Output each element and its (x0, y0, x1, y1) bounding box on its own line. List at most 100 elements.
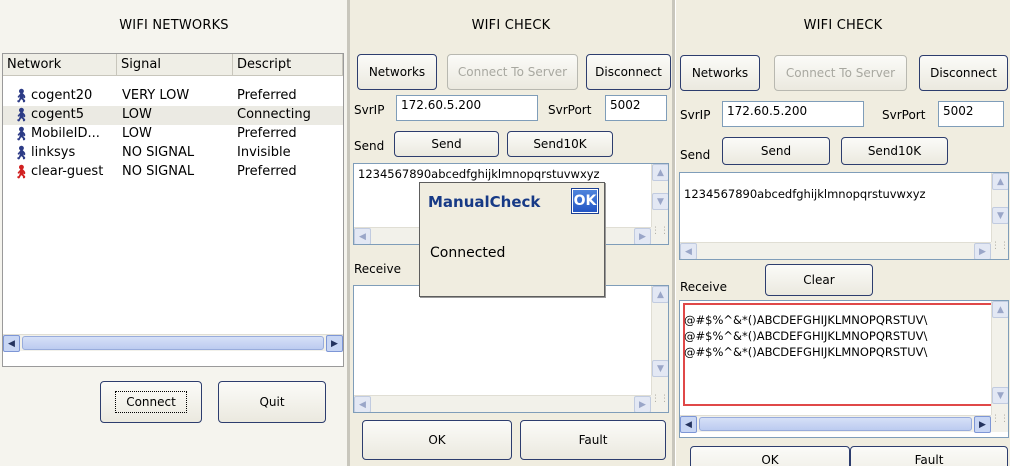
scroll-thumb[interactable] (699, 417, 972, 431)
svrport-input[interactable]: 5002 (938, 101, 1004, 127)
horizontal-scrollbar[interactable]: ◀ ▶ (354, 395, 651, 412)
manualcheck-dialog: ManualCheck OK Connected (419, 182, 605, 297)
list-horizontal-scrollbar[interactable]: ◀ ▶ (3, 334, 343, 352)
networks-button[interactable]: Networks (357, 54, 437, 90)
quit-button[interactable]: Quit (218, 381, 326, 423)
horizontal-scrollbar[interactable]: ◀ ▶ (680, 415, 991, 433)
scroll-down-icon[interactable]: ▼ (992, 207, 1008, 224)
scroll-right-icon[interactable]: ▶ (634, 396, 651, 412)
connect-to-server-button[interactable]: Connect To Server (447, 54, 578, 90)
network-descript: Preferred (237, 126, 297, 141)
resize-grip-icon[interactable]: ⋮⋮ (991, 242, 1008, 259)
ok-button[interactable]: OK (362, 420, 512, 460)
network-list[interactable]: Network Signal Descript 🚶︎ cogent20 VERY… (2, 53, 344, 367)
send-label: Send (680, 148, 711, 162)
receive-label: Receive (354, 262, 401, 276)
send-button[interactable]: Send (722, 137, 830, 165)
scroll-left-icon[interactable]: ◀ (680, 416, 697, 433)
resize-grip-icon[interactable]: ⋮⋮ (651, 227, 668, 244)
vertical-scrollbar[interactable]: ▲ ▼ (991, 301, 1008, 415)
scroll-down-icon[interactable]: ▼ (652, 360, 668, 377)
wifi-person-icon: 🚶︎ (13, 146, 30, 161)
scroll-down-icon[interactable]: ▼ (992, 387, 1008, 404)
wifi-person-icon: 🚶︎ (13, 127, 30, 142)
ok-button[interactable]: OK (690, 446, 850, 466)
wifi-person-icon: 🚶︎ (13, 89, 30, 104)
network-row[interactable]: 🚶︎ MobileID... LOW Preferred (3, 125, 343, 144)
network-signal: NO SIGNAL (122, 164, 195, 179)
receive-textarea[interactable]: ▲ ▼ ◀ ▶ ⋮⋮ (353, 285, 669, 413)
send10k-button[interactable]: Send10K (841, 137, 948, 165)
vertical-scrollbar[interactable]: ▲ ▼ (991, 173, 1008, 242)
scroll-left-icon[interactable]: ◀ (680, 243, 697, 259)
column-header-network[interactable]: Network (3, 54, 117, 76)
networks-button[interactable]: Networks (680, 55, 760, 91)
receive-textarea[interactable]: @#$%^&*()ABCDEFGHIJKLMNOPQRSTUV\ @#$%^&*… (679, 300, 1009, 438)
dialog-title: ManualCheck (428, 193, 541, 211)
network-signal: NO SIGNAL (122, 145, 195, 160)
network-row[interactable]: 🚶︎ cogent5 LOW Connecting (3, 106, 343, 125)
scroll-up-icon[interactable]: ▲ (652, 286, 668, 303)
network-name: cogent20 (31, 88, 93, 103)
network-signal: VERY LOW (122, 88, 190, 103)
network-descript: Preferred (237, 164, 297, 179)
dialog-titlebar: ManualCheck OK (420, 183, 604, 221)
svrport-input[interactable]: 5002 (605, 95, 667, 121)
horizontal-scrollbar[interactable]: ◀ ▶ (680, 242, 991, 259)
network-descript: Invisible (237, 145, 291, 160)
dialog-message: Connected (430, 245, 506, 261)
clear-button[interactable]: Clear (765, 264, 873, 296)
resize-grip-icon[interactable]: ⋮⋮ (651, 395, 668, 412)
send-button[interactable]: Send (394, 131, 499, 157)
send-text: 1234567890abcedfghijklmnopqrstuvwxyz (358, 167, 600, 181)
svrip-label: SvrIP (680, 108, 711, 122)
network-row[interactable]: 🚶︎ clear-guest NO SIGNAL Preferred (3, 163, 343, 182)
svrip-label: SvrIP (354, 103, 385, 117)
scroll-right-icon[interactable]: ▶ (326, 335, 343, 352)
send-label: Send (354, 139, 385, 153)
send10k-button[interactable]: Send10K (507, 131, 613, 157)
vertical-scrollbar[interactable]: ▲ ▼ (651, 164, 668, 227)
scroll-left-icon[interactable]: ◀ (3, 335, 20, 352)
receive-line: @#$%^&*()ABCDEFGHIJKLMNOPQRSTUV\ (684, 345, 928, 359)
disconnect-button[interactable]: Disconnect (919, 55, 1008, 91)
receive-label: Receive (680, 280, 727, 294)
scroll-down-icon[interactable]: ▼ (652, 193, 668, 210)
connect-button[interactable]: Connect (100, 381, 202, 423)
receive-line: @#$%^&*()ABCDEFGHIJKLMNOPQRSTUV\ (684, 329, 928, 343)
scroll-up-icon[interactable]: ▲ (992, 301, 1008, 318)
network-signal: LOW (122, 126, 152, 141)
scroll-right-icon[interactable]: ▶ (634, 228, 651, 244)
disconnect-button[interactable]: Disconnect (586, 54, 671, 90)
svrip-input[interactable]: 172.60.5.200 (396, 95, 538, 121)
scroll-right-icon[interactable]: ▶ (974, 243, 991, 259)
network-name: clear-guest (31, 164, 104, 179)
scroll-right-icon[interactable]: ▶ (974, 416, 991, 433)
resize-grip-icon[interactable]: ⋮⋮ (991, 415, 1008, 432)
vertical-scrollbar[interactable]: ▲ ▼ (651, 286, 668, 395)
panel-title: WIFI NETWORKS (119, 18, 229, 33)
column-header-signal[interactable]: Signal (117, 54, 233, 76)
receive-line: @#$%^&*()ABCDEFGHIJKLMNOPQRSTUV\ (684, 313, 928, 327)
send-text: 1234567890abcedfghijklmnopqrstuvwxyz (684, 187, 926, 201)
fault-button[interactable]: Fault (850, 446, 1008, 466)
network-name: cogent5 (31, 107, 84, 122)
send-textarea[interactable]: 1234567890abcedfghijklmnopqrstuvwxyz ▲ ▼… (679, 172, 1009, 260)
svrip-input[interactable]: 172.60.5.200 (722, 101, 864, 127)
scroll-thumb[interactable] (22, 336, 324, 350)
scroll-up-icon[interactable]: ▲ (992, 173, 1008, 190)
connect-to-server-button[interactable]: Connect To Server (774, 55, 907, 91)
network-row[interactable]: 🚶︎ cogent20 VERY LOW Preferred (3, 87, 343, 106)
column-header-descript[interactable]: Descript (233, 54, 343, 76)
scroll-left-icon[interactable]: ◀ (354, 228, 371, 244)
wifi-check-panel-right: WIFI CHECK Networks Connect To Server Di… (676, 0, 1010, 466)
scroll-left-icon[interactable]: ◀ (354, 396, 371, 412)
dialog-ok-button[interactable]: OK (571, 188, 599, 214)
wifi-person-red-icon: 🚶︎ (13, 165, 30, 180)
network-descript: Preferred (237, 88, 297, 103)
wifi-person-icon: 🚶︎ (13, 108, 30, 123)
scroll-up-icon[interactable]: ▲ (652, 164, 668, 181)
fault-button[interactable]: Fault (520, 420, 666, 460)
network-name: linksys (31, 145, 76, 160)
network-row[interactable]: 🚶︎ linksys NO SIGNAL Invisible (3, 144, 343, 163)
